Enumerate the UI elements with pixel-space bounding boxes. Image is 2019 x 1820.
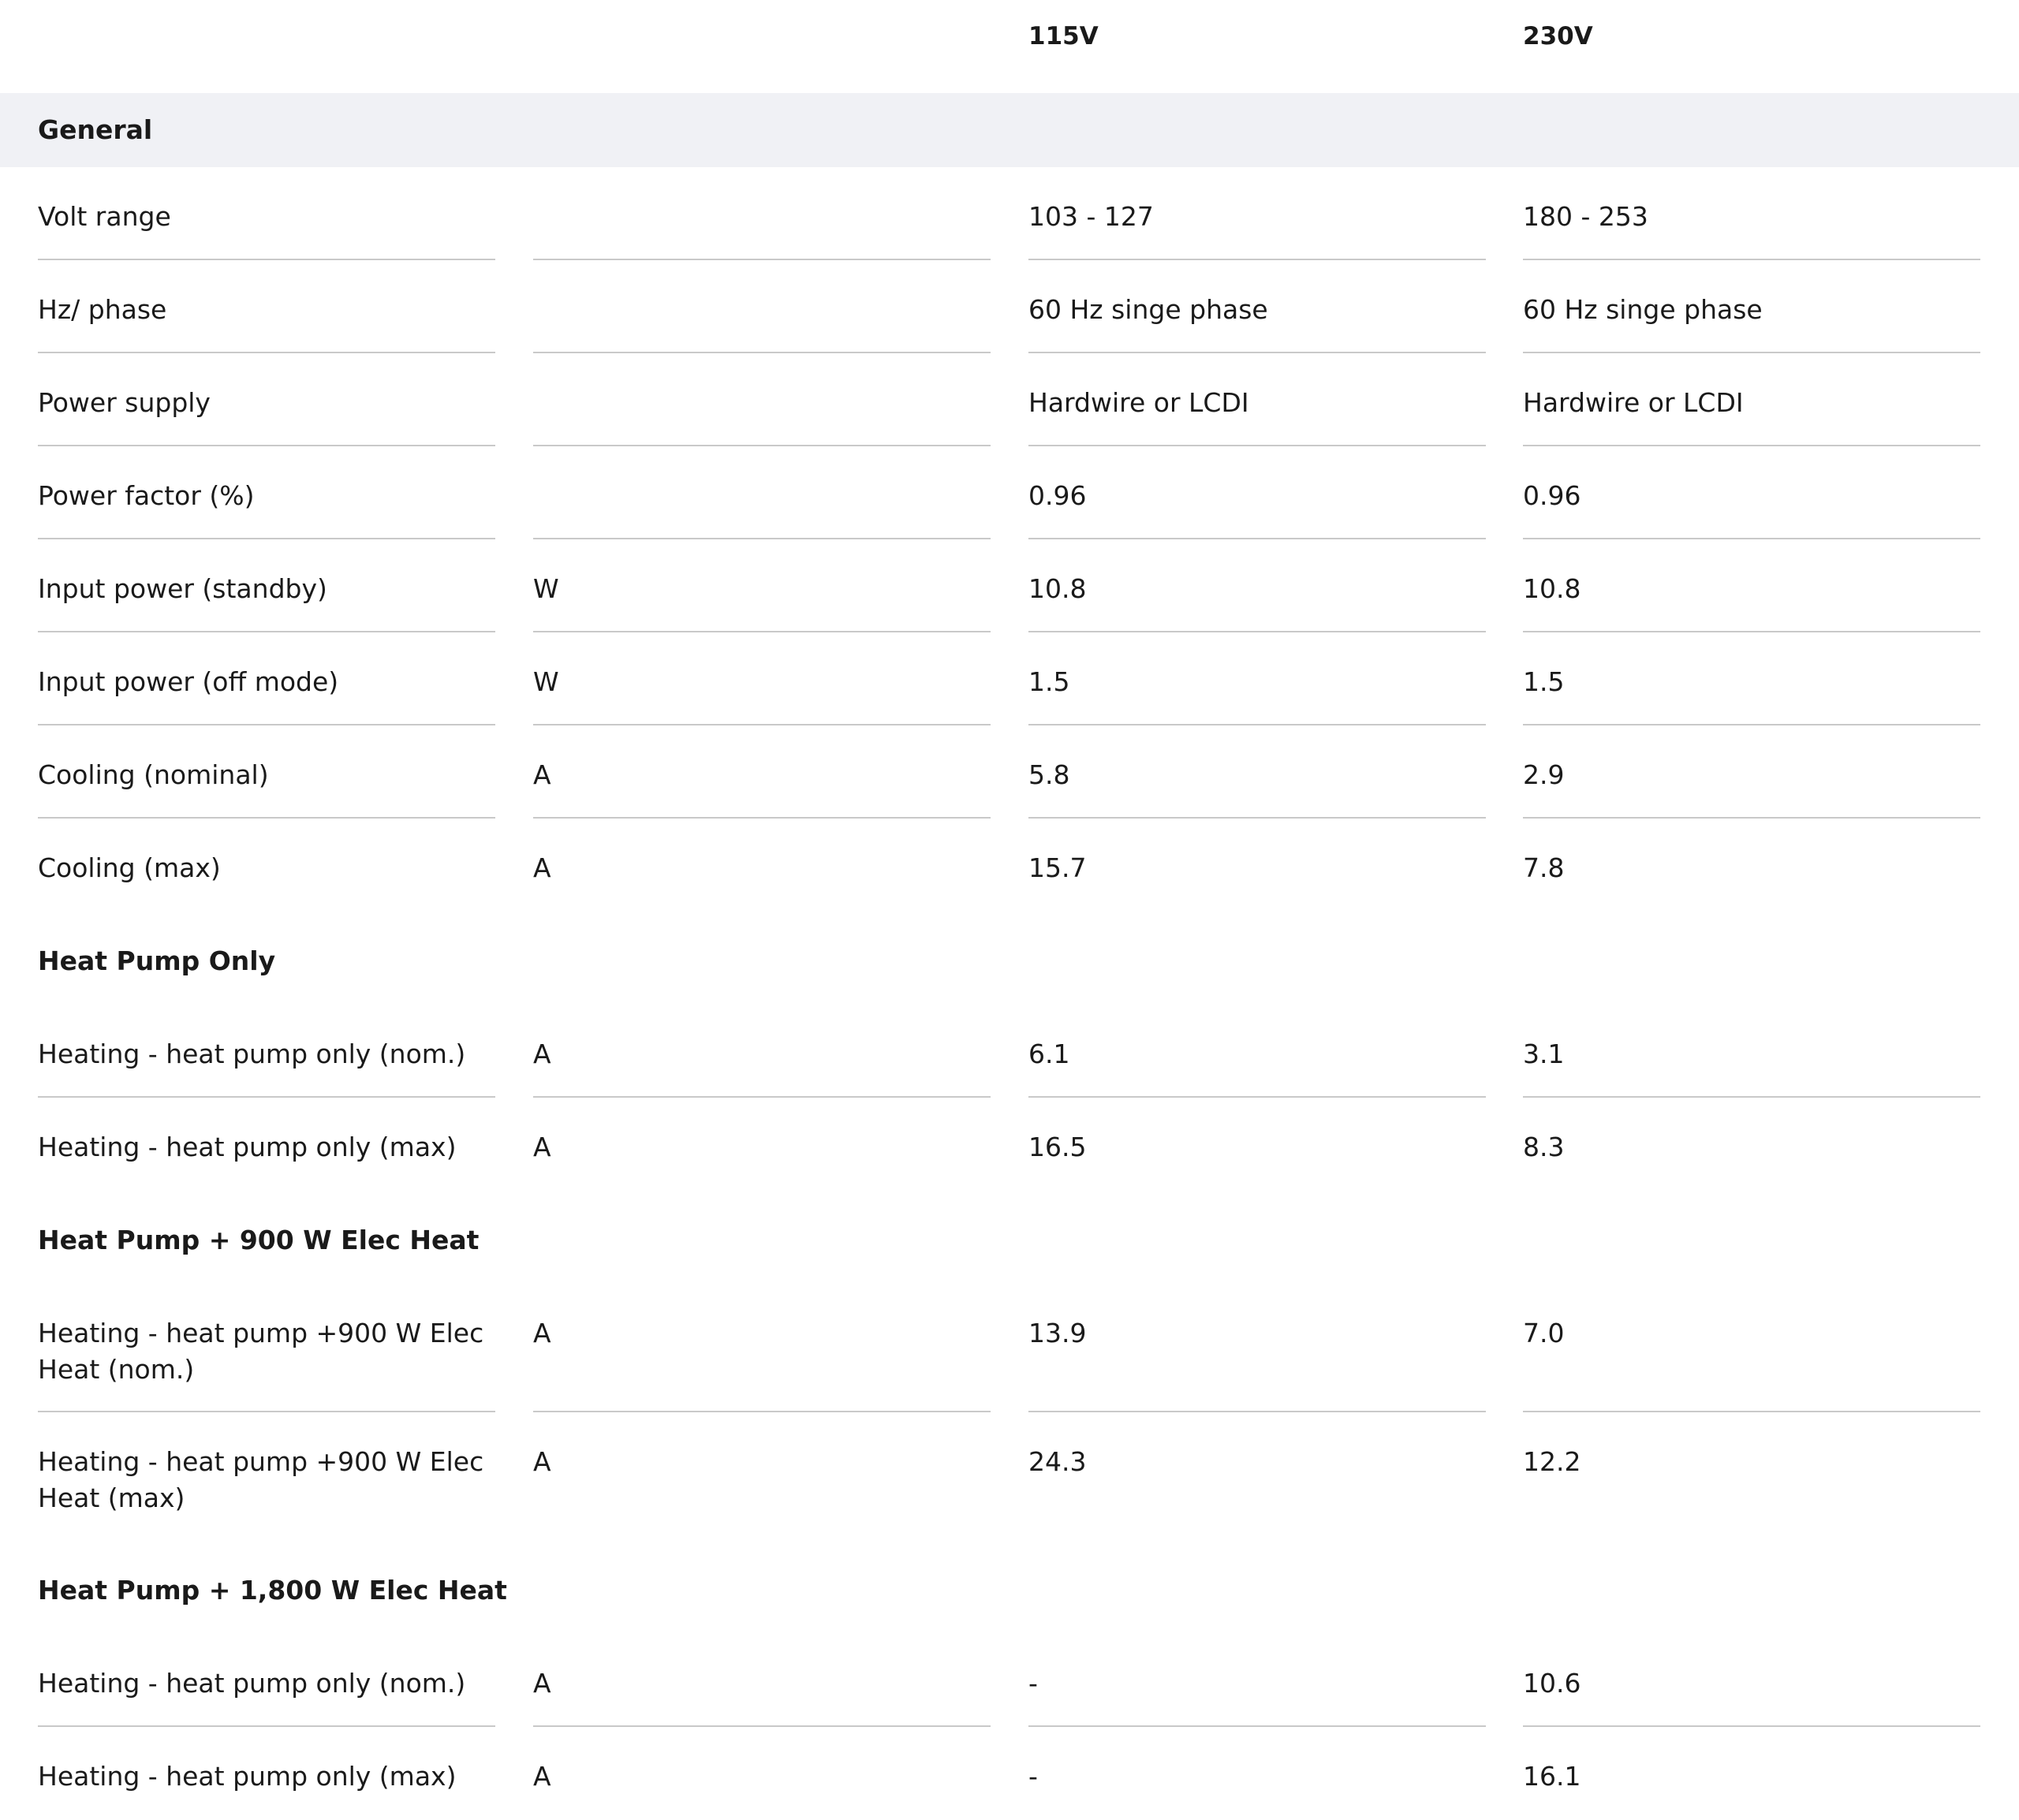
- table-row: Heating - heat pump +900 W Elec Heat (no…: [0, 1284, 2019, 1412]
- table-row: Heating - heat pump +900 W Elec Heat (ma…: [0, 1412, 2019, 1541]
- row-label: Input power (off mode): [38, 632, 495, 725]
- group-title: Heat Pump + 900 W Elec Heat: [38, 1225, 480, 1255]
- row-label: Hz/ phase: [38, 260, 495, 353]
- electrical-spec-table: 115V 230V General Volt range 103 - 127 1…: [0, 0, 2019, 1820]
- row-unit: [533, 353, 991, 446]
- section-title: General: [38, 114, 153, 145]
- row-value-115v: 0.96: [1028, 446, 1486, 539]
- table-row: Hz/ phase 60 Hz singe phase 60 Hz singe …: [0, 260, 2019, 353]
- row-value-230v: 3.1: [1523, 1005, 1980, 1098]
- row-label: Heating - heat pump +900 W Elec Heat (no…: [38, 1284, 495, 1412]
- column-header-115v: 115V: [1028, 22, 1099, 50]
- row-value-115v: 6.1: [1028, 1005, 1486, 1098]
- row-label: Heating - heat pump only (nom.): [38, 1634, 495, 1727]
- row-value-115v: 15.7: [1028, 852, 1087, 883]
- group-title: Heat Pump Only: [38, 945, 276, 976]
- row-label: Cooling (nominal): [38, 725, 495, 819]
- row-unit: A: [533, 1132, 551, 1162]
- table-row: Heating - heat pump only (nom.) A 6.1 3.…: [0, 1005, 2019, 1098]
- row-label: Power factor (%): [38, 446, 495, 539]
- row-unit: W: [533, 539, 991, 632]
- group-heading-heat-pump-only: Heat Pump Only: [0, 912, 2019, 1005]
- row-value-115v: -: [1028, 1761, 1038, 1792]
- row-unit: A: [533, 1446, 551, 1477]
- row-value-115v: -: [1028, 1634, 1486, 1727]
- row-value-115v: 1.5: [1028, 632, 1486, 725]
- row-value-230v: 10.6: [1523, 1634, 1980, 1727]
- row-label: Heating - heat pump +900 W Elec Heat (ma…: [38, 1446, 484, 1513]
- row-value-115v: 24.3: [1028, 1446, 1087, 1477]
- table-row: Volt range 103 - 127 180 - 253: [0, 167, 2019, 260]
- row-value-230v: 7.0: [1523, 1284, 1980, 1412]
- row-value-230v: 12.2: [1523, 1446, 1581, 1477]
- column-header-row: 115V 230V: [0, 0, 2019, 93]
- column-header-230v: 230V: [1523, 22, 1593, 50]
- row-value-115v: 60 Hz singe phase: [1028, 260, 1486, 353]
- group-heading-heat-pump-900w: Heat Pump + 900 W Elec Heat: [0, 1191, 2019, 1284]
- row-value-230v: 1.5: [1523, 632, 1980, 725]
- group-title: Heat Pump + 1,800 W Elec Heat: [38, 1575, 507, 1606]
- row-value-115v: 13.9: [1028, 1284, 1486, 1412]
- row-unit: [533, 260, 991, 353]
- table-row: Cooling (nominal) A 5.8 2.9: [0, 725, 2019, 819]
- row-value-115v: Hardwire or LCDI: [1028, 353, 1486, 446]
- row-label: Input power (standby): [38, 539, 495, 632]
- table-row: Power supply Hardwire or LCDI Hardwire o…: [0, 353, 2019, 446]
- row-value-230v: 2.9: [1523, 725, 1980, 819]
- group-heading-heat-pump-1800w: Heat Pump + 1,800 W Elec Heat: [0, 1541, 2019, 1634]
- row-unit: [533, 446, 991, 539]
- row-unit: A: [533, 1634, 991, 1727]
- row-value-115v: 10.8: [1028, 539, 1486, 632]
- row-label: Cooling (max): [38, 852, 221, 883]
- row-value-115v: 16.5: [1028, 1132, 1087, 1162]
- row-value-230v: Hardwire or LCDI: [1523, 353, 1980, 446]
- row-value-230v: 16.1: [1523, 1761, 1581, 1792]
- row-value-230v: 60 Hz singe phase: [1523, 260, 1980, 353]
- row-unit: A: [533, 1284, 991, 1412]
- row-unit: A: [533, 725, 991, 819]
- table-row: Heating - heat pump only (max) A - 16.1: [0, 1727, 2019, 1820]
- row-value-230v: 0.96: [1523, 446, 1980, 539]
- table-row: Heating - heat pump only (max) A 16.5 8.…: [0, 1098, 2019, 1191]
- row-value-230v: 8.3: [1523, 1132, 1565, 1162]
- table-row: Cooling (max) A 15.7 7.8: [0, 819, 2019, 912]
- row-label: Heating - heat pump only (max): [38, 1132, 457, 1162]
- row-label: Heating - heat pump only (max): [38, 1761, 457, 1792]
- row-unit: A: [533, 1761, 551, 1792]
- row-unit: A: [533, 1005, 991, 1098]
- row-unit: W: [533, 632, 991, 725]
- section-general: General: [0, 93, 2019, 167]
- row-label: Volt range: [38, 167, 495, 260]
- row-unit: [533, 167, 991, 260]
- table-row: Heating - heat pump only (nom.) A - 10.6: [0, 1634, 2019, 1727]
- row-value-230v: 7.8: [1523, 852, 1565, 883]
- table-row: Power factor (%) 0.96 0.96: [0, 446, 2019, 539]
- row-label: Heating - heat pump only (nom.): [38, 1005, 495, 1098]
- row-label: Power supply: [38, 353, 495, 446]
- row-value-115v: 5.8: [1028, 725, 1486, 819]
- row-value-230v: 10.8: [1523, 539, 1980, 632]
- table-row: Input power (off mode) W 1.5 1.5: [0, 632, 2019, 725]
- row-value-230v: 180 - 253: [1523, 167, 1980, 260]
- row-unit: A: [533, 852, 551, 883]
- row-value-115v: 103 - 127: [1028, 167, 1486, 260]
- table-row: Input power (standby) W 10.8 10.8: [0, 539, 2019, 632]
